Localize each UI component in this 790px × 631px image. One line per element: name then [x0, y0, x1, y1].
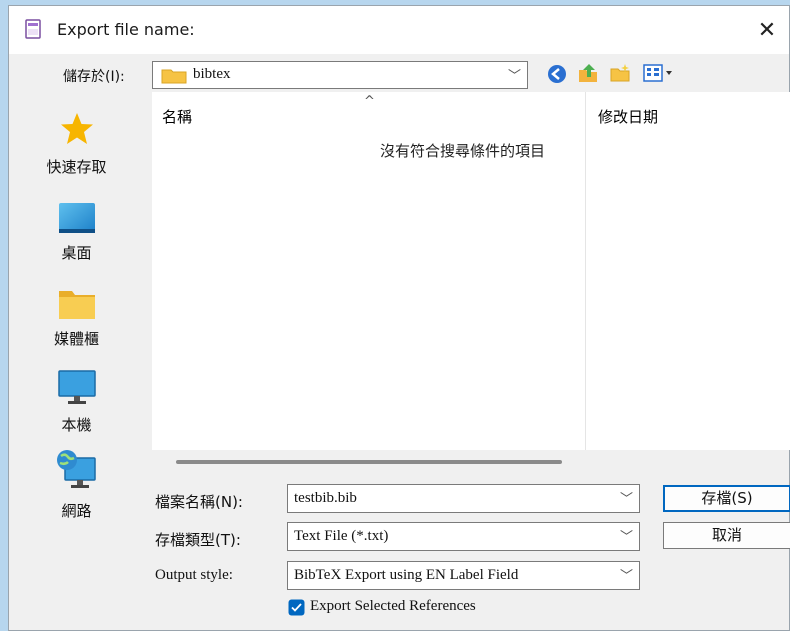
sidebar-item-quick-access[interactable]: 快速存取 — [9, 112, 144, 182]
computer-icon — [58, 370, 96, 404]
chevron-down-icon: ﹀ — [619, 530, 633, 545]
column-header-date[interactable]: 修改日期 — [598, 106, 658, 127]
sort-ascending-icon: ^ — [364, 94, 375, 109]
close-icon: ✕ — [757, 17, 777, 43]
horizontal-scrollbar[interactable] — [176, 460, 562, 464]
sidebar-item-label: 網路 — [61, 502, 92, 520]
filename-value: testbib.bib — [294, 490, 357, 506]
save-in-label: 儲存於(I): — [63, 69, 125, 85]
export-selected-checkbox[interactable]: Export Selected References — [288, 597, 528, 619]
sidebar-item-desktop[interactable]: 桌面 — [9, 202, 144, 266]
filetype-label: 存檔類型(T): — [155, 531, 241, 549]
new-folder-button[interactable] — [609, 63, 631, 87]
view-menu-button[interactable] — [643, 64, 675, 86]
sidebar-item-label: 本機 — [61, 416, 92, 434]
checkbox-checked-icon — [288, 599, 305, 616]
folder-icon — [161, 69, 187, 84]
endnote-app-icon — [25, 19, 41, 39]
sidebar-item-network[interactable]: 網路 — [9, 448, 144, 520]
sidebar-item-label: 桌面 — [61, 244, 92, 262]
checkbox-label: Export Selected References — [310, 598, 476, 614]
save-button[interactable]: 存檔(S) — [663, 485, 790, 512]
chevron-down-icon: ﹀ — [507, 69, 521, 84]
star-icon — [61, 113, 93, 144]
empty-message: 沒有符合搜尋條件的項目 — [380, 142, 546, 160]
dialog-title: Export file name: — [57, 20, 195, 39]
column-divider — [585, 92, 586, 450]
up-folder-button[interactable] — [577, 62, 599, 88]
save-in-value: bibtex — [193, 66, 231, 82]
network-icon — [57, 450, 96, 488]
close-button[interactable]: ✕ — [747, 10, 787, 50]
up-folder-icon — [579, 64, 597, 82]
export-dialog: Export file name: ✕ 儲存於(I): bibtex ﹀ 快速存… — [8, 5, 790, 631]
output-style-value: BibTeX Export using EN Label Field — [294, 567, 519, 583]
chevron-down-icon: ﹀ — [619, 569, 633, 584]
output-style-label: Output style: — [155, 567, 233, 583]
library-folder-icon — [59, 291, 95, 319]
file-list-header: 名稱 ^ 修改日期 — [152, 92, 790, 450]
sidebar-item-libraries[interactable]: 媒體櫃 — [9, 288, 144, 352]
view-menu-icon — [643, 64, 672, 82]
sidebar-item-label: 快速存取 — [46, 158, 107, 176]
output-style-dropdown[interactable]: BibTeX Export using EN Label Field ﹀ — [287, 561, 640, 590]
sidebar-item-this-pc[interactable]: 本機 — [9, 370, 144, 438]
back-icon — [548, 65, 566, 83]
save-in-dropdown[interactable]: bibtex ﹀ — [152, 61, 528, 89]
title-bar: Export file name: ✕ — [9, 6, 789, 54]
filetype-dropdown[interactable]: Text File (*.txt) ﹀ — [287, 522, 640, 551]
filename-label: 檔案名稱(N): — [155, 493, 243, 511]
column-header-name[interactable]: 名稱 — [162, 106, 192, 127]
filetype-value: Text File (*.txt) — [294, 528, 389, 544]
back-button[interactable] — [547, 64, 567, 88]
new-folder-icon — [610, 64, 630, 82]
chevron-down-icon: ﹀ — [619, 492, 633, 507]
cancel-button[interactable]: 取消 — [663, 522, 790, 549]
filename-input[interactable]: testbib.bib ﹀ — [287, 484, 640, 513]
desktop-icon — [59, 203, 95, 233]
sidebar-item-label: 媒體櫃 — [53, 330, 99, 348]
file-list[interactable]: 名稱 ^ 修改日期 沒有符合搜尋條件的項目 — [152, 92, 790, 464]
